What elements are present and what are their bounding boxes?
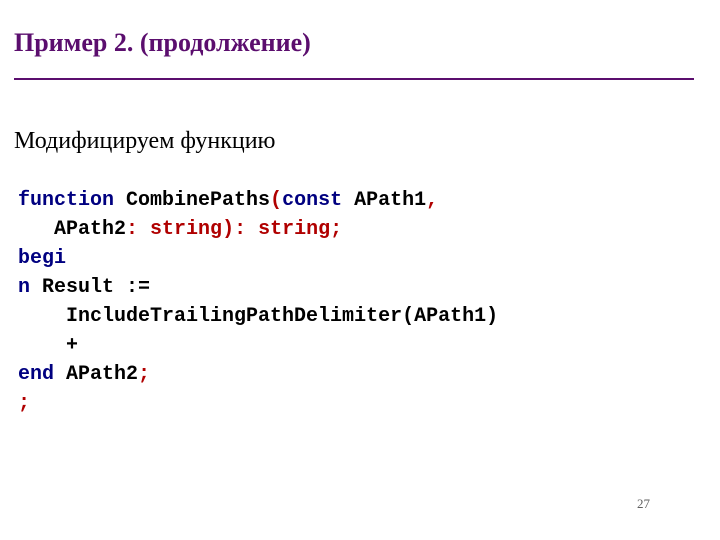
code-line-3: begi — [18, 247, 66, 270]
slide-title: Пример 2. (продолжение) — [14, 28, 311, 58]
comma: , — [426, 189, 438, 212]
keyword-end: end — [18, 363, 54, 386]
param-apath2: APath2 — [54, 218, 126, 241]
space — [54, 363, 66, 386]
plus-operator: + — [66, 334, 78, 357]
keyword-function: function — [18, 189, 114, 212]
indent — [18, 218, 54, 241]
code-line-4: n Result := — [18, 276, 150, 299]
subtitle: Модифицируем функцию — [14, 128, 275, 155]
code-line-7: end APath2; — [18, 363, 150, 386]
colon-2: : — [234, 218, 258, 241]
code-line-1: function CombinePaths(const APath1, — [18, 189, 438, 212]
keyword-const: const — [282, 189, 342, 212]
paren-close: ) — [222, 218, 234, 241]
func-name: CombinePaths — [114, 189, 270, 212]
type-string-2: string — [258, 218, 330, 241]
include-call: IncludeTrailingPathDelimiter(APath1) — [66, 305, 498, 328]
code-line-2: APath2: string): string; — [18, 218, 342, 241]
keyword-begin-part2: n — [18, 276, 30, 299]
paren-open: ( — [270, 189, 282, 212]
indent — [18, 305, 66, 328]
code-line-5: IncludeTrailingPathDelimiter(APath1) — [18, 305, 498, 328]
page-number: 27 — [637, 496, 650, 512]
semicolon-1: ; — [330, 218, 342, 241]
keyword-begin-part1: begi — [18, 247, 66, 270]
type-string-1: string — [150, 218, 222, 241]
indent — [18, 334, 66, 357]
colon: : — [126, 218, 150, 241]
code-line-6: + — [18, 334, 78, 357]
slide: Пример 2. (продолжение) Модифицируем фун… — [0, 0, 720, 540]
code-block: function CombinePaths(const APath1, APat… — [18, 186, 498, 418]
code-line-8: ; — [18, 392, 30, 415]
title-underline — [14, 78, 694, 80]
apath2-ref: APath2 — [66, 363, 138, 386]
semicolon-end: ; — [18, 392, 30, 415]
semicolon-body: ; — [138, 363, 150, 386]
param-apath1: APath1 — [342, 189, 426, 212]
result-assign: Result := — [30, 276, 150, 299]
